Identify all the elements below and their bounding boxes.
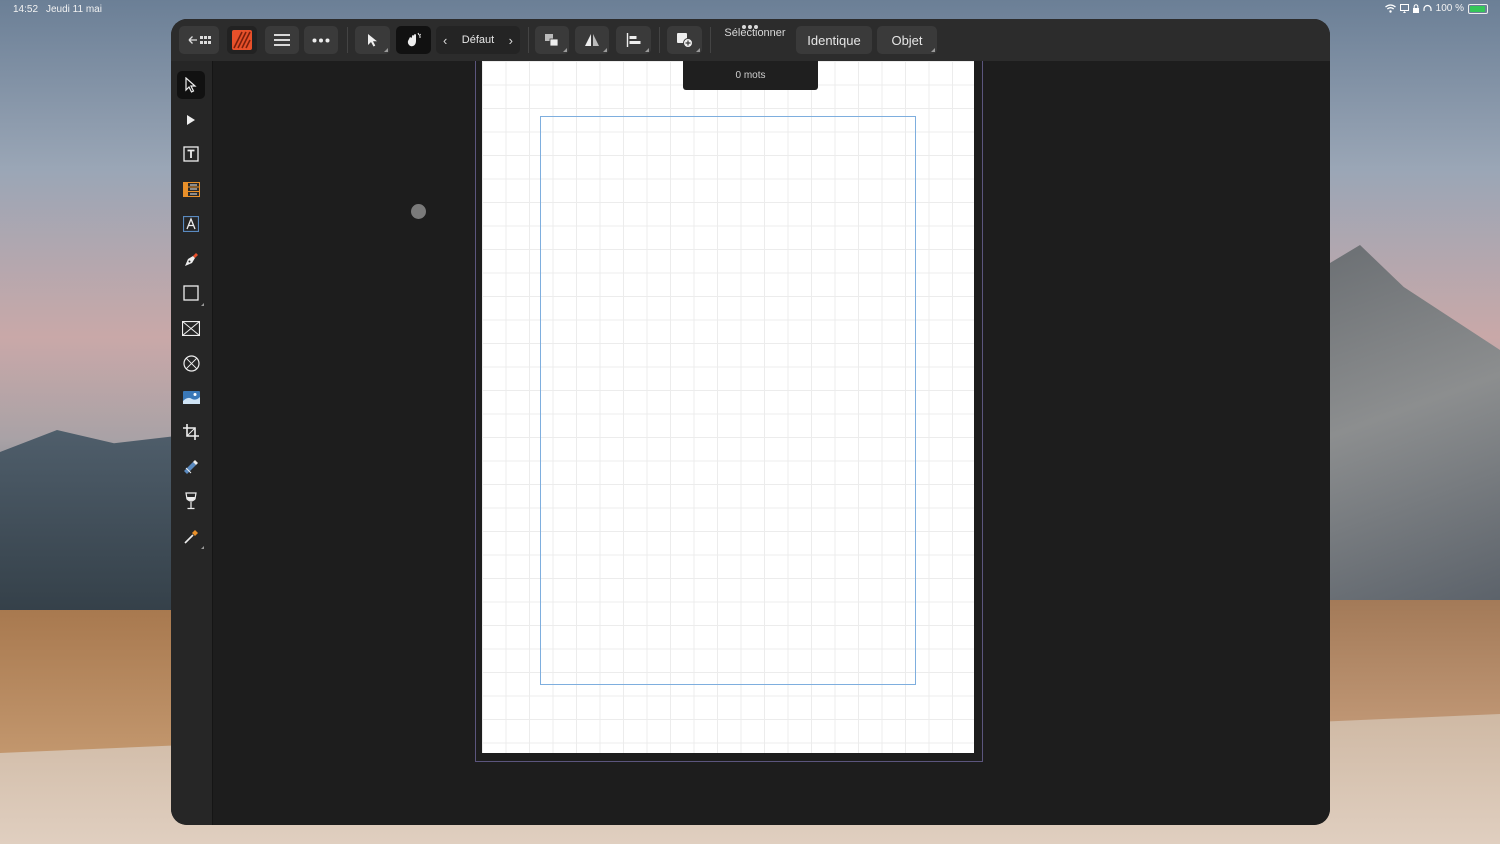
- picture-frame-ellipse-icon: [182, 354, 200, 372]
- rectangle-icon: [183, 285, 199, 301]
- rectangle-tool[interactable]: [177, 279, 205, 307]
- publisher-app-icon: [232, 30, 252, 50]
- headphones-icon: [1423, 4, 1432, 11]
- wine-glass-icon: [185, 492, 197, 510]
- studio-toggle-button[interactable]: [227, 26, 257, 54]
- app-window: ‹ Défaut › Sélectionner Identique Objet …: [171, 19, 1330, 825]
- text-frame-icon: [183, 146, 199, 162]
- eyedropper-icon: [183, 529, 198, 544]
- select-same-button[interactable]: Identique: [796, 26, 872, 54]
- transparency-tool[interactable]: [177, 487, 205, 515]
- status-bar: 14:52 Jeudi 11 mai 100 %: [0, 0, 1500, 18]
- menu-button[interactable]: [265, 26, 299, 54]
- selection-mode-button[interactable]: [355, 26, 390, 54]
- screen-mirroring-icon: [1399, 4, 1409, 13]
- toolbar: ‹ Défaut › Sélectionner Identique Objet: [171, 19, 1330, 61]
- flip-icon: [585, 34, 599, 46]
- artistic-text-icon: [183, 216, 199, 232]
- node-pointer-icon: [187, 115, 195, 125]
- picture-frame-rect-tool[interactable]: [177, 314, 205, 342]
- color-picker-tool[interactable]: [177, 522, 205, 550]
- picture-frame-rect-icon: [182, 320, 200, 336]
- status-date: Jeudi 11 mai: [46, 4, 102, 15]
- select-label[interactable]: Sélectionner: [719, 27, 791, 39]
- tools-panel: [171, 61, 213, 825]
- arrange-button[interactable]: [535, 26, 569, 54]
- margin-guides: [540, 116, 916, 685]
- pointer-icon: [367, 34, 377, 47]
- auto-select-button[interactable]: [396, 26, 431, 54]
- status-indicators: 100 %: [1384, 3, 1488, 14]
- arrange-icon: [545, 33, 559, 46]
- insert-shape-icon: [676, 33, 693, 48]
- table-icon: [182, 181, 200, 197]
- touch-cursor: [411, 204, 426, 219]
- hamburger-icon: [274, 34, 290, 46]
- separator: [659, 27, 660, 53]
- pen-nib-icon: [184, 252, 198, 266]
- image-icon: [182, 390, 200, 404]
- status-time: 14:52: [13, 4, 39, 15]
- back-grid-icon: [188, 36, 211, 44]
- align-button[interactable]: [616, 26, 651, 54]
- place-image-tool[interactable]: [177, 383, 205, 411]
- separator: [528, 27, 529, 53]
- picture-frame-ellipse-tool[interactable]: [177, 349, 205, 377]
- crop-tool[interactable]: [177, 418, 205, 446]
- documents-button[interactable]: [179, 26, 219, 54]
- insert-button[interactable]: [667, 26, 702, 54]
- more-dots-icon: [312, 38, 330, 42]
- default-label: Défaut: [461, 34, 495, 46]
- lock-icon: [1412, 4, 1419, 13]
- pen-tool[interactable]: [177, 245, 205, 273]
- object-label: Objet: [891, 32, 923, 48]
- flip-button[interactable]: [575, 26, 609, 54]
- text-frame-tool[interactable]: [177, 140, 205, 168]
- move-tool[interactable]: [177, 71, 205, 99]
- chevron-left-icon[interactable]: ‹: [443, 33, 447, 48]
- hand-sparkle-icon: [407, 32, 421, 47]
- align-left-icon: [626, 33, 640, 47]
- select-object-button[interactable]: Objet: [877, 26, 937, 54]
- artistic-text-tool[interactable]: [177, 210, 205, 238]
- crop-icon: [183, 424, 199, 440]
- battery-icon: [1468, 3, 1488, 14]
- wifi-icon: [1384, 4, 1396, 13]
- word-count-badge: 0 mots: [683, 61, 818, 90]
- separator: [710, 27, 711, 53]
- document-canvas[interactable]: 0 mots: [213, 61, 1330, 825]
- move-pointer-icon: [185, 77, 197, 93]
- same-label: Identique: [807, 32, 861, 48]
- gradient-fill-icon: [184, 460, 198, 474]
- table-tool[interactable]: [177, 175, 205, 203]
- battery-percent: 100 %: [1435, 3, 1464, 14]
- fill-tool[interactable]: [177, 453, 205, 481]
- node-tool[interactable]: [177, 106, 205, 134]
- more-button[interactable]: [304, 26, 338, 54]
- page[interactable]: [482, 61, 974, 753]
- separator: [347, 27, 348, 53]
- chevron-right-icon[interactable]: ›: [509, 33, 513, 48]
- master-page-selector[interactable]: ‹ Défaut ›: [436, 26, 520, 54]
